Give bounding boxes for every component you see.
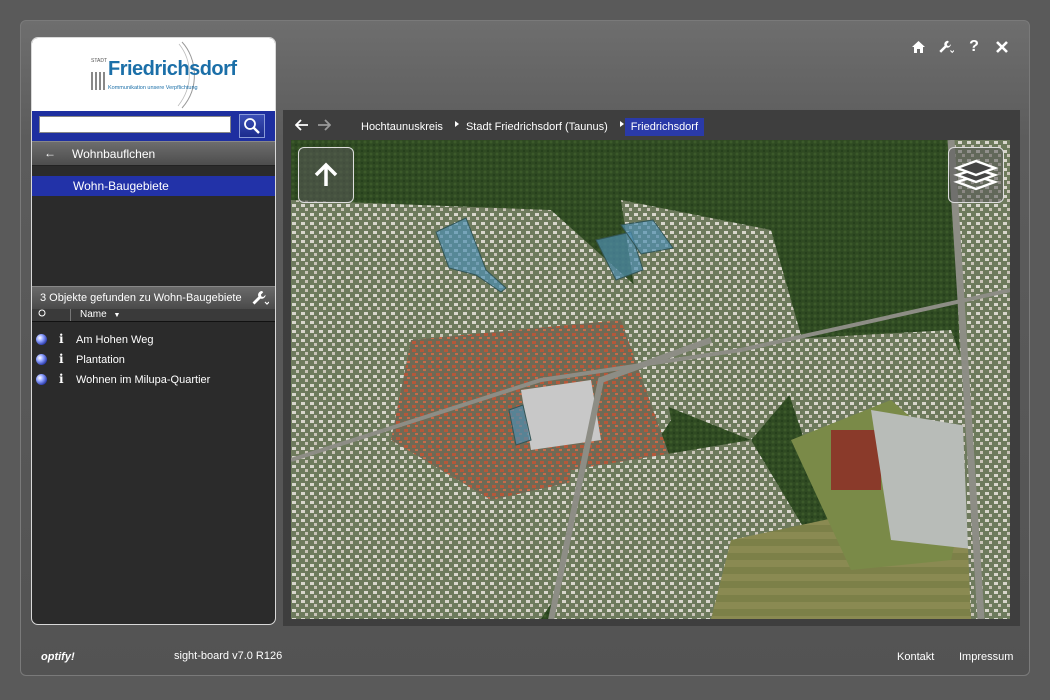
marker-ball-icon[interactable] (36, 374, 47, 385)
logo-small-text: STADT (91, 58, 108, 64)
close-icon[interactable] (994, 38, 1010, 56)
aerial-map-image[interactable] (291, 140, 1010, 619)
list-item[interactable]: i Plantation (32, 352, 275, 372)
results-column-header: Name ▼ (32, 309, 275, 322)
result-name[interactable]: Am Hohen Weg (76, 334, 153, 346)
breadcrumb-item-hochtaunuskreis[interactable]: Hochtaunuskreis (355, 118, 449, 136)
search-icon (244, 118, 260, 134)
results-tools-button[interactable] (249, 288, 271, 308)
breadcrumb-item-stadt-friedrichsdorf[interactable]: Stadt Friedrichsdorf (Taunus) (460, 118, 614, 136)
top-toolbar: ? (910, 38, 1010, 56)
list-item[interactable]: i Wohnen im Milupa-Quartier (32, 372, 275, 392)
list-item[interactable]: i Am Hohen Weg (32, 332, 275, 352)
imprint-link[interactable]: Impressum (959, 651, 1013, 663)
forward-arrow-icon[interactable] (317, 118, 332, 136)
version-label: sight-board v7.0 R126 (174, 650, 283, 662)
info-icon[interactable]: i (59, 332, 64, 346)
north-up-button[interactable] (298, 147, 354, 203)
layers-icon (953, 159, 999, 191)
category-list: Wohn-Baugebiete (32, 166, 275, 286)
breadcrumb: Hochtaunuskreis Stadt Friedrichsdorf (Ta… (355, 117, 705, 137)
back-arrow-icon[interactable] (294, 118, 309, 136)
search-input[interactable] (39, 116, 231, 133)
result-name[interactable]: Plantation (76, 354, 125, 366)
name-column-header[interactable]: Name ▼ (80, 309, 120, 320)
marker-ball-icon[interactable] (36, 354, 47, 365)
help-icon[interactable]: ? (966, 38, 982, 56)
aerial-map[interactable] (291, 140, 1010, 619)
search-button[interactable] (239, 114, 265, 138)
arrow-up-icon (314, 162, 338, 186)
category-item-wohn-baugebiete[interactable]: Wohn-Baugebiete (32, 176, 275, 196)
contact-link[interactable]: Kontakt (897, 651, 934, 663)
info-icon[interactable]: i (59, 352, 64, 366)
marker-ball-icon[interactable] (36, 334, 47, 345)
breadcrumb-separator-icon (454, 121, 459, 127)
column-divider (70, 309, 71, 321)
layers-button[interactable] (948, 147, 1004, 203)
results-count-label: 3 Objekte gefunden zu Wohn-Baugebiete (40, 292, 242, 304)
category-title: Wohnbauflchen (72, 147, 156, 161)
back-arrow-icon[interactable]: ← (44, 146, 56, 160)
brand-logo[interactable]: optify! (41, 651, 75, 663)
category-header: ← Wohnbauflchen (32, 141, 275, 166)
history-nav (294, 118, 332, 136)
wrench-icon (252, 291, 269, 305)
logo-name: Friedrichsdorf (108, 58, 237, 80)
sidebar-panel: STADT Friedrichsdorf Kommunikation unser… (31, 37, 276, 625)
wrench-icon[interactable] (938, 38, 954, 56)
status-column-icon[interactable] (38, 309, 46, 320)
footer: optify! sight-board v7.0 R126 Kontakt Im… (20, 640, 1030, 676)
logo: STADT Friedrichsdorf Kommunikation unser… (32, 38, 275, 111)
breadcrumb-item-friedrichsdorf[interactable]: Friedrichsdorf (624, 118, 705, 136)
info-icon[interactable]: i (59, 372, 64, 386)
sort-down-icon: ▼ (113, 312, 121, 319)
results-list: i Am Hohen Weg i Plantation i Wohnen im … (32, 322, 275, 392)
result-name[interactable]: Wohnen im Milupa-Quartier (76, 374, 210, 386)
logo-tagline: Kommunikation unsere Verpflichtung (108, 85, 198, 91)
search-bar (32, 111, 275, 141)
name-column-label: Name (80, 309, 107, 320)
breadcrumb-separator-icon (619, 121, 624, 127)
results-header: 3 Objekte gefunden zu Wohn-Baugebiete (32, 286, 275, 309)
home-icon[interactable] (910, 38, 926, 56)
